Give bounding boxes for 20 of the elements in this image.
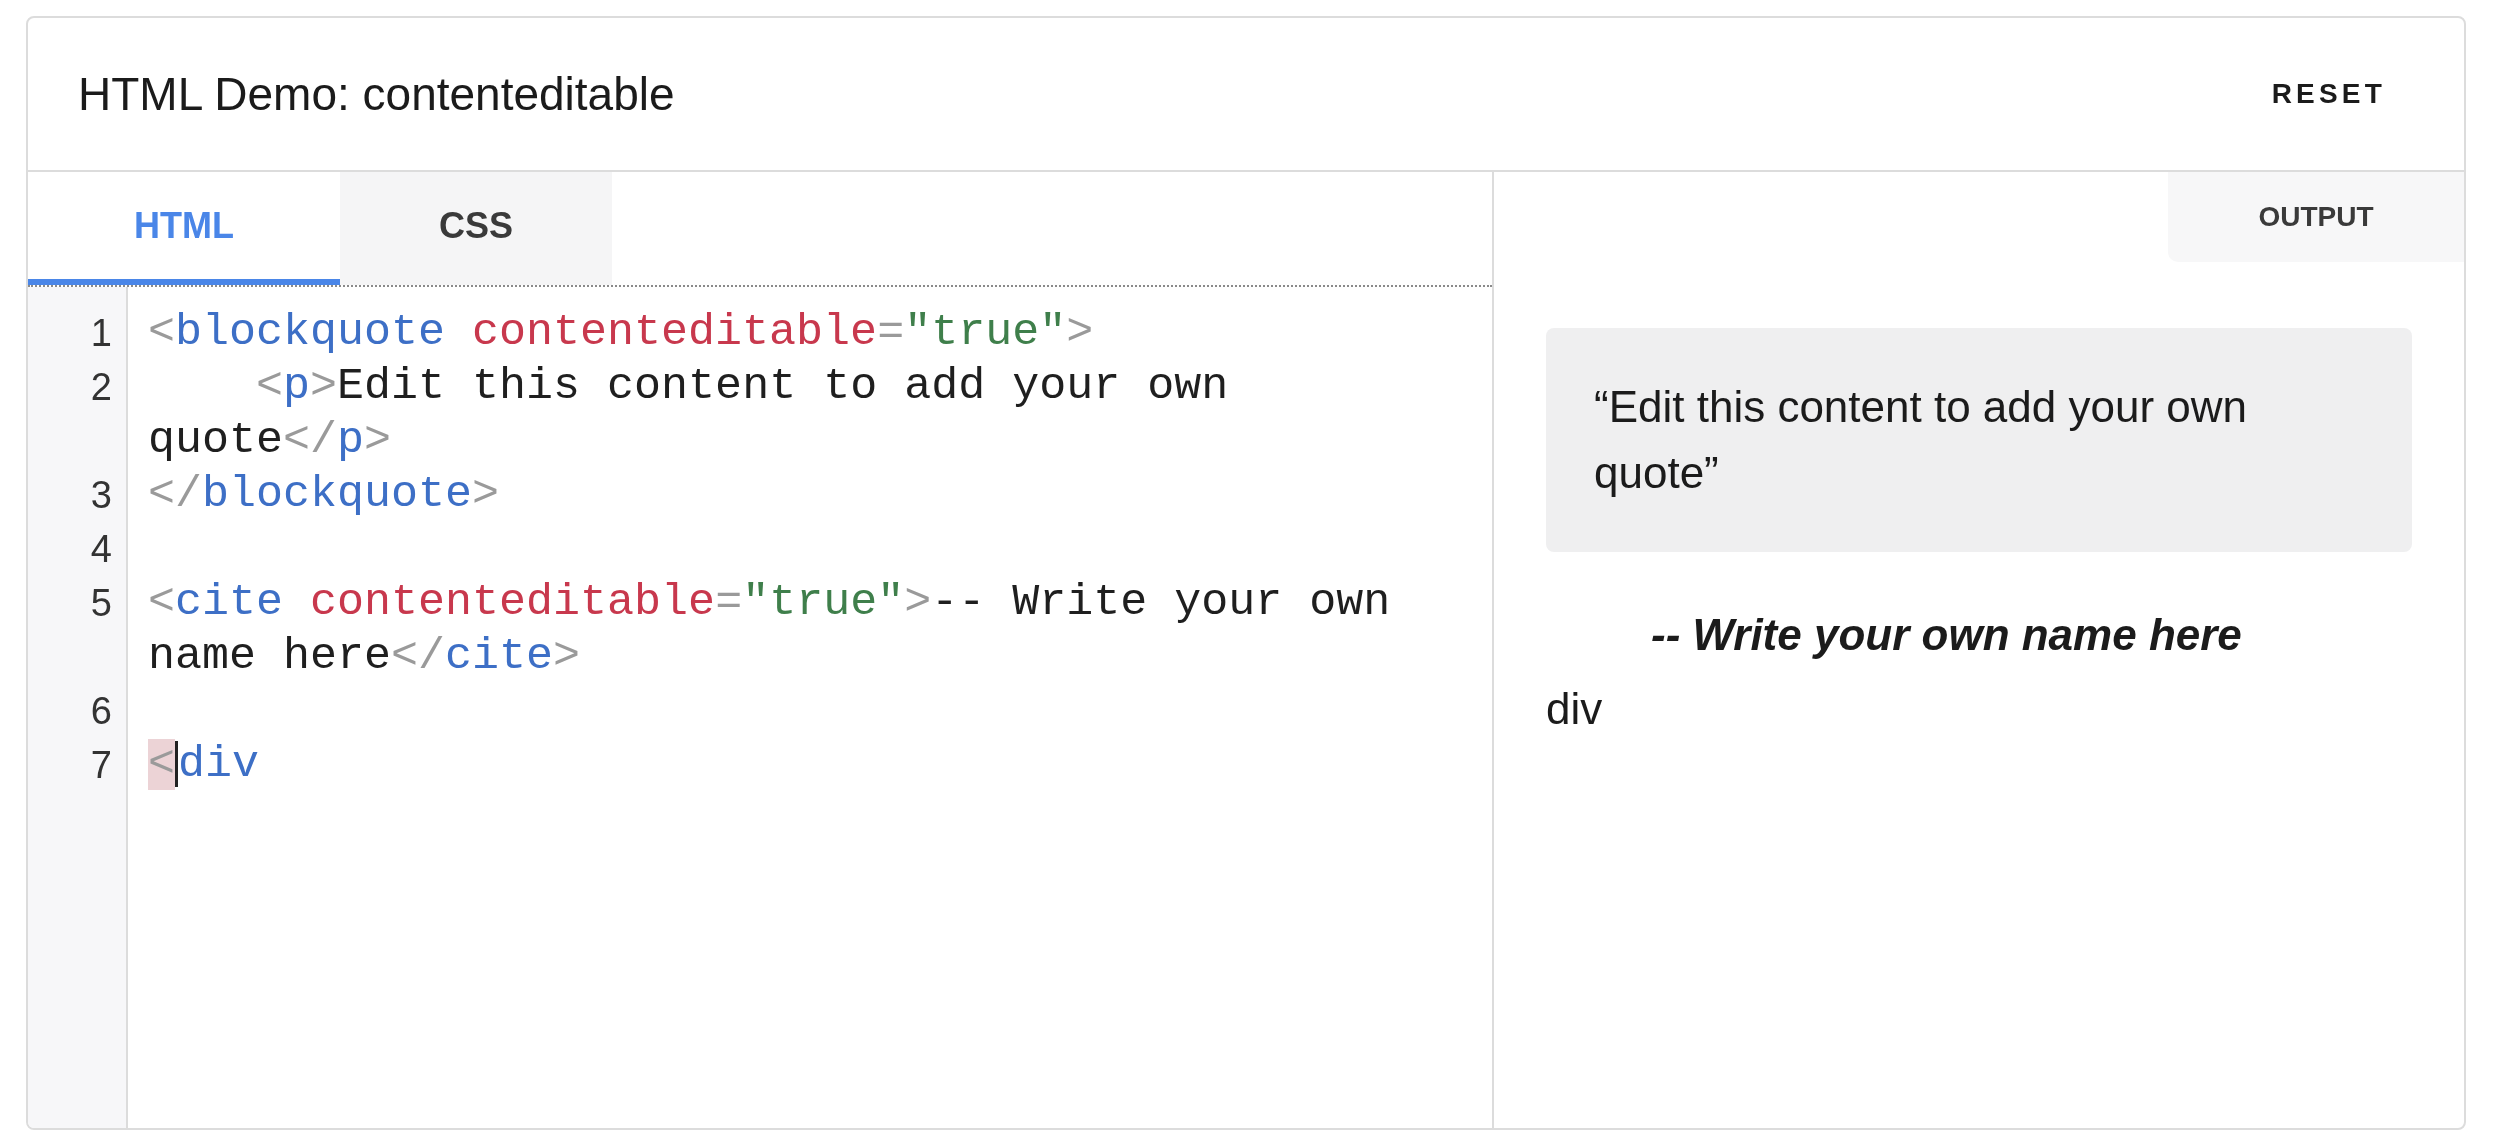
line-number: 1 <box>89 311 112 356</box>
demo-title: HTML Demo: contenteditable <box>78 66 675 122</box>
code-line: <p>Edit this content to add your own quote</p> <box>148 361 1229 466</box>
output-text: div <box>1546 684 1603 733</box>
line-number: 5 <box>89 581 112 626</box>
line-number: 7 <box>89 743 112 788</box>
cite-text[interactable]: -- Write your own name here <box>1651 610 2242 659</box>
reset-button[interactable]: RESET <box>2263 67 2394 121</box>
quote-block[interactable]: “Edit this content to add your own quote” <box>1546 328 2412 552</box>
text-cursor <box>175 741 178 788</box>
line-number: 3 <box>89 473 112 518</box>
code-line: <div <box>148 739 260 790</box>
line-number: 4 <box>89 527 112 572</box>
line-number: 2 <box>89 365 112 410</box>
code-line: <blockquote contenteditable="true"> <box>148 307 1094 358</box>
output-tab[interactable]: OUTPUT <box>2168 172 2464 262</box>
code-line: </blockquote> <box>148 469 500 520</box>
line-number: 6 <box>89 689 112 734</box>
editor-tab[interactable]: CSS <box>340 172 612 285</box>
code-line: <cite contenteditable="true">-- Write your own name here</cite> <box>148 577 1391 682</box>
